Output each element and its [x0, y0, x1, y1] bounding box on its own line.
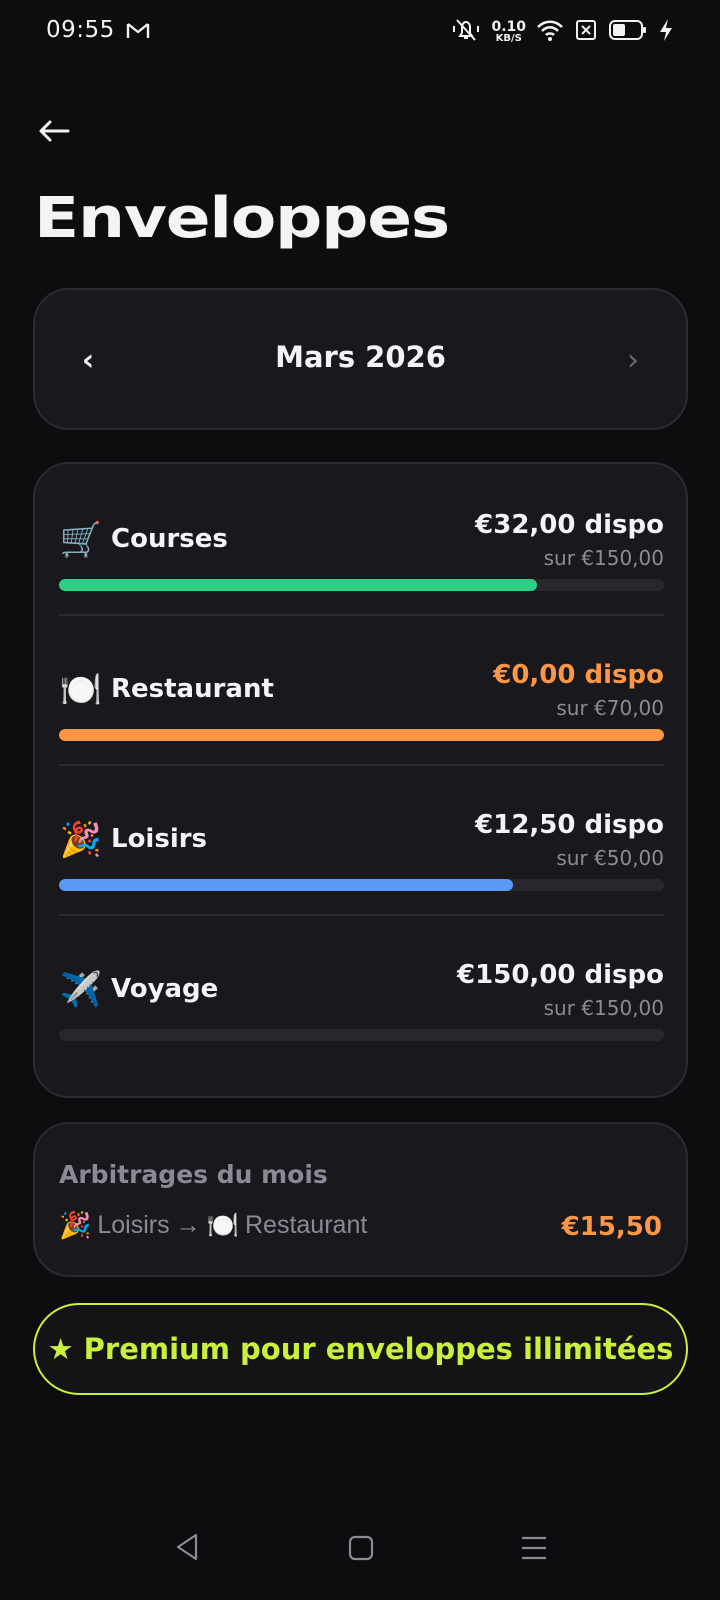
mute-icon: [451, 17, 481, 47]
arbitrages-card: Arbitrages du mois 🎉 Loisirs → 🍽️ Restau…: [33, 1122, 688, 1277]
status-icons: 0.10 KB/S: [451, 14, 674, 50]
progress-fill: [59, 729, 664, 741]
system-nav-bar: [0, 1520, 720, 1600]
arrow-right-icon: →: [175, 1211, 201, 1239]
party-icon: 🎉: [59, 820, 103, 860]
envelope-available: €0,00 dispo: [493, 660, 664, 690]
envelope-name: Voyage: [111, 974, 219, 1004]
airplane-icon: ✈️: [59, 970, 103, 1010]
envelope-name: Courses: [111, 524, 228, 554]
envelope-row-courses[interactable]: 🛒 Courses €32,00 dispo sur €150,00: [59, 464, 664, 616]
transfer-amount: €15,50: [561, 1212, 662, 1242]
progress-fill: [59, 879, 513, 891]
envelope-available: €32,00 dispo: [475, 510, 664, 540]
month-label: Mars 2026: [275, 340, 446, 374]
next-month-button[interactable]: ›: [618, 340, 648, 380]
wifi-icon: [536, 18, 564, 46]
plate-icon: 🍽️: [206, 1210, 239, 1240]
envelope-total: sur €150,00: [543, 996, 664, 1020]
envelope-row-loisirs[interactable]: 🎉 Loisirs €12,50 dispo sur €50,00: [59, 764, 664, 916]
progress-track: [59, 729, 664, 741]
nav-menu-icon[interactable]: [520, 1534, 548, 1566]
envelope-row-voyage[interactable]: ✈️ Voyage €150,00 dispo sur €150,00: [59, 914, 664, 1064]
network-speed: 0.10 KB/S: [491, 20, 526, 44]
progress-fill: [59, 579, 537, 591]
premium-button[interactable]: ★ Premium pour enveloppes illimitées: [33, 1303, 688, 1395]
sim-off-icon: [574, 18, 598, 46]
battery-icon: [608, 18, 648, 46]
progress-track: [59, 579, 664, 591]
envelope-name: Restaurant: [111, 674, 274, 704]
envelope-total: sur €150,00: [543, 546, 664, 570]
arrow-left-icon: [36, 120, 72, 150]
transfer-from: Loisirs: [97, 1211, 170, 1239]
nav-home-icon[interactable]: [348, 1534, 374, 1566]
envelope-name: Loisirs: [111, 824, 208, 854]
envelope-available: €150,00 dispo: [457, 960, 664, 990]
envelope-available: €12,50 dispo: [475, 810, 664, 840]
envelopes-list: 🛒 Courses €32,00 dispo sur €150,00 🍽️ Re…: [33, 462, 688, 1098]
status-bar: 09:55 0.10 KB/S: [0, 0, 720, 64]
cart-icon: 🛒: [59, 520, 103, 560]
page-title: Enveloppes: [34, 186, 450, 251]
progress-track: [59, 1029, 664, 1041]
envelope-total: sur €70,00: [556, 696, 664, 720]
progress-track: [59, 879, 664, 891]
gmail-icon: [126, 20, 150, 46]
status-time: 09:55: [46, 17, 115, 43]
speed-unit: KB/S: [495, 33, 522, 44]
charging-icon: [658, 18, 674, 46]
envelope-row-restaurant[interactable]: 🍽️ Restaurant €0,00 dispo sur €70,00: [59, 614, 664, 766]
month-selector: ‹ Mars 2026 ›: [33, 288, 688, 430]
arbitrages-title: Arbitrages du mois: [59, 1160, 328, 1189]
arbitrage-transfer: 🎉 Loisirs → 🍽️ Restaurant: [59, 1210, 367, 1241]
nav-back-icon[interactable]: [174, 1532, 200, 1566]
plate-icon: 🍽️: [59, 670, 103, 710]
back-button[interactable]: [36, 116, 76, 156]
speed-value: 0.10: [491, 19, 526, 35]
screen: 09:55 0.10 KB/S Enveloppes ‹ Mars 2026 ›…: [0, 0, 720, 1600]
transfer-to: Restaurant: [245, 1211, 368, 1239]
party-icon: 🎉: [59, 1210, 92, 1240]
envelope-total: sur €50,00: [556, 846, 664, 870]
